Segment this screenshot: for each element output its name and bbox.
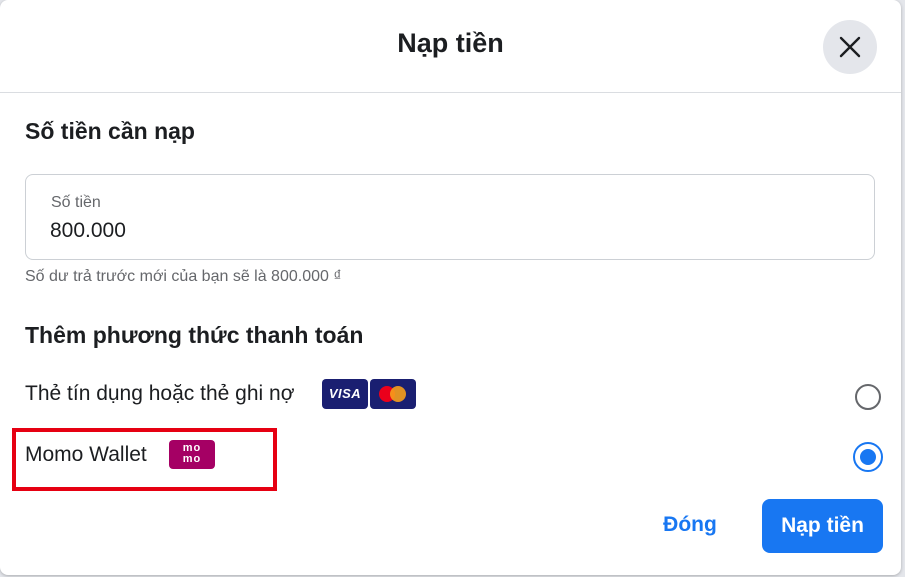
payment-section-title: Thêm phương thức thanh toán — [25, 322, 364, 348]
dialog-header: Nạp tiền — [0, 0, 901, 93]
radio-card[interactable] — [855, 384, 881, 410]
close-button[interactable] — [823, 20, 877, 74]
balance-note: Số dư trả trước mới của bạn sẽ là 800.00… — [25, 268, 342, 285]
page-scrollbar[interactable] — [901, 0, 905, 577]
top-up-dialog: Nạp tiền Số tiền cần nạp Số tiền Số dư t… — [0, 0, 901, 575]
visa-icon: VISA — [322, 379, 368, 409]
mastercard-icon — [370, 379, 416, 409]
submit-button[interactable]: Nạp tiền — [762, 499, 883, 553]
amount-field[interactable]: Số tiền — [25, 174, 875, 260]
amount-input[interactable] — [50, 219, 830, 243]
radio-momo[interactable] — [853, 442, 883, 472]
option-card-label: Thẻ tín dụng hoặc thẻ ghi nợ — [25, 382, 295, 405]
amount-field-label: Số tiền — [51, 194, 101, 211]
radio-selected-dot — [860, 449, 876, 465]
amount-section-title: Số tiền cần nạp — [25, 118, 195, 144]
momo-highlight-box — [12, 428, 277, 491]
close-icon — [839, 36, 861, 58]
cancel-button[interactable]: Đóng — [640, 500, 740, 550]
dialog-title: Nạp tiền — [397, 28, 504, 58]
